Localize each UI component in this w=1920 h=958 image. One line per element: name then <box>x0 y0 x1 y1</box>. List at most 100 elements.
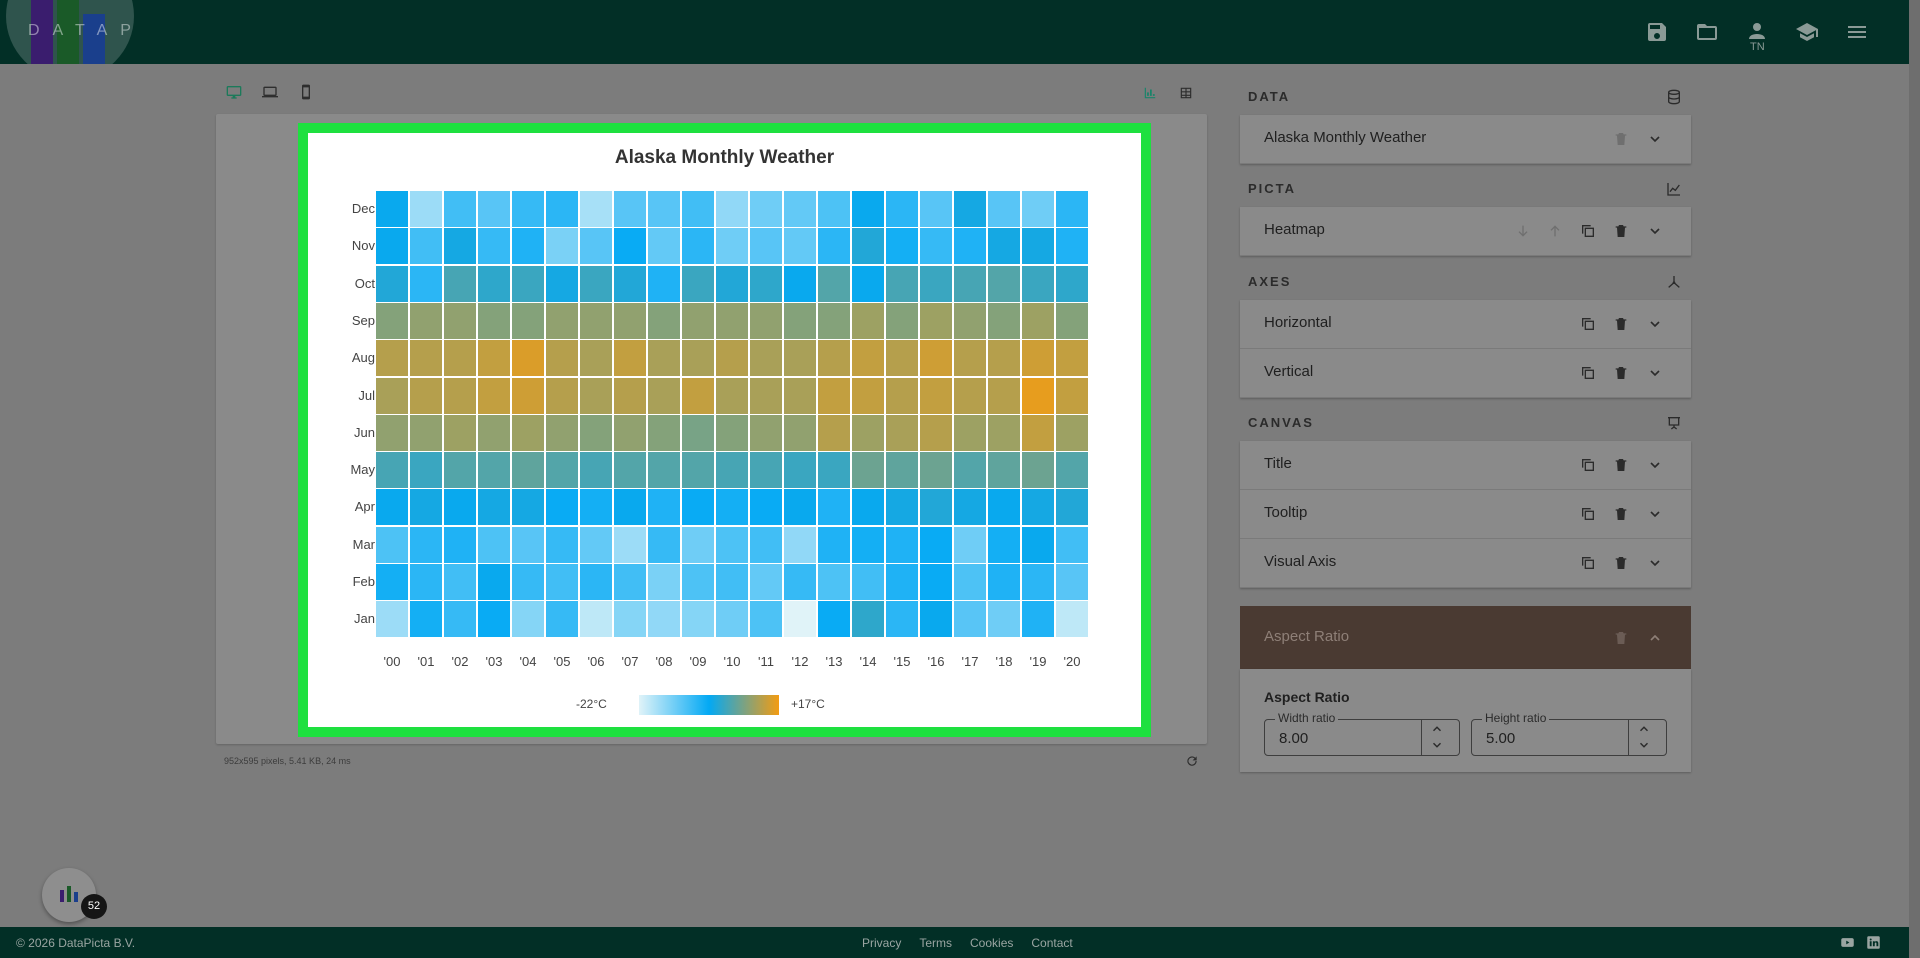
heatmap-cell[interactable] <box>409 563 443 601</box>
heatmap-cell[interactable] <box>715 264 749 303</box>
heatmap-cell[interactable] <box>715 451 749 490</box>
heatmap-cell[interactable] <box>409 301 443 340</box>
heatmap-cell[interactable] <box>579 190 613 228</box>
duplicate-icon[interactable] <box>1580 223 1596 239</box>
heatmap-cell[interactable] <box>477 600 511 639</box>
chevron-down-icon[interactable] <box>1647 506 1663 522</box>
delete-icon[interactable] <box>1613 506 1629 522</box>
heatmap-cell[interactable] <box>987 488 1021 527</box>
axes-item-vertical[interactable]: Vertical <box>1240 349 1691 398</box>
heatmap-cell[interactable] <box>817 600 851 639</box>
heatmap-cell[interactable] <box>647 413 681 452</box>
heatmap-cell[interactable] <box>647 227 681 266</box>
heatmap-cell[interactable] <box>885 264 919 303</box>
heatmap-cell[interactable] <box>1021 190 1055 228</box>
duplicate-icon[interactable] <box>1580 506 1596 522</box>
heatmap-cell[interactable] <box>885 376 919 415</box>
heatmap-cell[interactable] <box>647 488 681 527</box>
heatmap-cell[interactable] <box>375 488 409 527</box>
heatmap-cell[interactable] <box>511 413 545 452</box>
heatmap-cell[interactable] <box>375 413 409 452</box>
heatmap-cell[interactable] <box>545 525 579 564</box>
heatmap-cell[interactable] <box>1055 451 1089 490</box>
heatmap-cell[interactable] <box>545 600 579 639</box>
duplicate-icon[interactable] <box>1580 365 1596 381</box>
heatmap-cell[interactable] <box>375 376 409 415</box>
heatmap-cell[interactable] <box>647 451 681 490</box>
heatmap-cell[interactable] <box>749 413 783 452</box>
delete-icon[interactable] <box>1613 131 1629 147</box>
heatmap-cell[interactable] <box>613 339 647 378</box>
heatmap-cell[interactable] <box>1055 339 1089 378</box>
refresh-icon[interactable] <box>1185 754 1199 768</box>
heatmap-cell[interactable] <box>613 264 647 303</box>
heatmap-cell[interactable] <box>613 376 647 415</box>
heatmap-cell[interactable] <box>715 190 749 228</box>
delete-icon[interactable] <box>1613 365 1629 381</box>
chevron-up-icon[interactable] <box>1429 722 1451 738</box>
heatmap-cell[interactable] <box>715 563 749 601</box>
arrow-down-icon[interactable] <box>1515 223 1531 239</box>
heatmap-cell[interactable] <box>579 376 613 415</box>
heatmap-cell[interactable] <box>817 563 851 601</box>
heatmap-cell[interactable] <box>545 339 579 378</box>
heatmap-cell[interactable] <box>579 301 613 340</box>
heatmap-cell[interactable] <box>409 488 443 527</box>
heatmap-cell[interactable] <box>613 301 647 340</box>
heatmap-cell[interactable] <box>1021 488 1055 527</box>
footer-link-privacy[interactable]: Privacy <box>862 936 901 950</box>
heatmap-cell[interactable] <box>443 525 477 564</box>
heatmap-cell[interactable] <box>953 339 987 378</box>
heatmap-cell[interactable] <box>443 376 477 415</box>
heatmap-cell[interactable] <box>681 376 715 415</box>
heatmap-cell[interactable] <box>477 563 511 601</box>
heatmap-cell[interactable] <box>545 301 579 340</box>
heatmap-cell[interactable] <box>647 339 681 378</box>
heatmap-cell[interactable] <box>885 488 919 527</box>
heatmap-cell[interactable] <box>1021 413 1055 452</box>
legend-color-bar[interactable] <box>639 695 779 715</box>
axes-item-horizontal[interactable]: Horizontal <box>1240 300 1691 349</box>
heatmap-cell[interactable] <box>851 301 885 340</box>
canvas-item-title[interactable]: Title <box>1240 441 1691 490</box>
heatmap-cell[interactable] <box>715 488 749 527</box>
heatmap-cell[interactable] <box>409 525 443 564</box>
heatmap-cell[interactable] <box>511 563 545 601</box>
heatmap-cell[interactable] <box>953 227 987 266</box>
width-ratio-value[interactable]: 8.00 <box>1279 730 1308 747</box>
heatmap-cell[interactable] <box>953 264 987 303</box>
heatmap-cell[interactable] <box>817 227 851 266</box>
heatmap-cell[interactable] <box>783 413 817 452</box>
heatmap-cell[interactable] <box>409 190 443 228</box>
heatmap-cell[interactable] <box>477 376 511 415</box>
heatmap-cell[interactable] <box>443 190 477 228</box>
heatmap-cell[interactable] <box>851 488 885 527</box>
heatmap-cell[interactable] <box>681 190 715 228</box>
heatmap-cell[interactable] <box>851 600 885 639</box>
heatmap-cell[interactable] <box>919 413 953 452</box>
heatmap-cell[interactable] <box>885 227 919 266</box>
heatmap-cell[interactable] <box>817 339 851 378</box>
heatmap-cell[interactable] <box>817 301 851 340</box>
heatmap-cell[interactable] <box>1055 264 1089 303</box>
heatmap-cell[interactable] <box>783 488 817 527</box>
footer-link-cookies[interactable]: Cookies <box>970 936 1013 950</box>
chevron-down-icon[interactable] <box>1647 131 1663 147</box>
heatmap-cell[interactable] <box>409 600 443 639</box>
heatmap-cell[interactable] <box>545 563 579 601</box>
heatmap-cell[interactable] <box>783 600 817 639</box>
laptop-icon[interactable] <box>262 84 278 100</box>
heatmap-cell[interactable] <box>613 600 647 639</box>
heatmap-cell[interactable] <box>885 190 919 228</box>
picta-item[interactable]: Heatmap <box>1240 207 1691 256</box>
heatmap-cell[interactable] <box>817 488 851 527</box>
heatmap-cell[interactable] <box>783 339 817 378</box>
heatmap-cell[interactable] <box>987 413 1021 452</box>
heatmap-cell[interactable] <box>477 451 511 490</box>
heatmap-cell[interactable] <box>919 376 953 415</box>
delete-icon[interactable] <box>1613 457 1629 473</box>
heatmap-cell[interactable] <box>783 264 817 303</box>
save-icon[interactable] <box>1645 20 1669 44</box>
heatmap-cell[interactable] <box>987 227 1021 266</box>
heatmap-cell[interactable] <box>409 376 443 415</box>
